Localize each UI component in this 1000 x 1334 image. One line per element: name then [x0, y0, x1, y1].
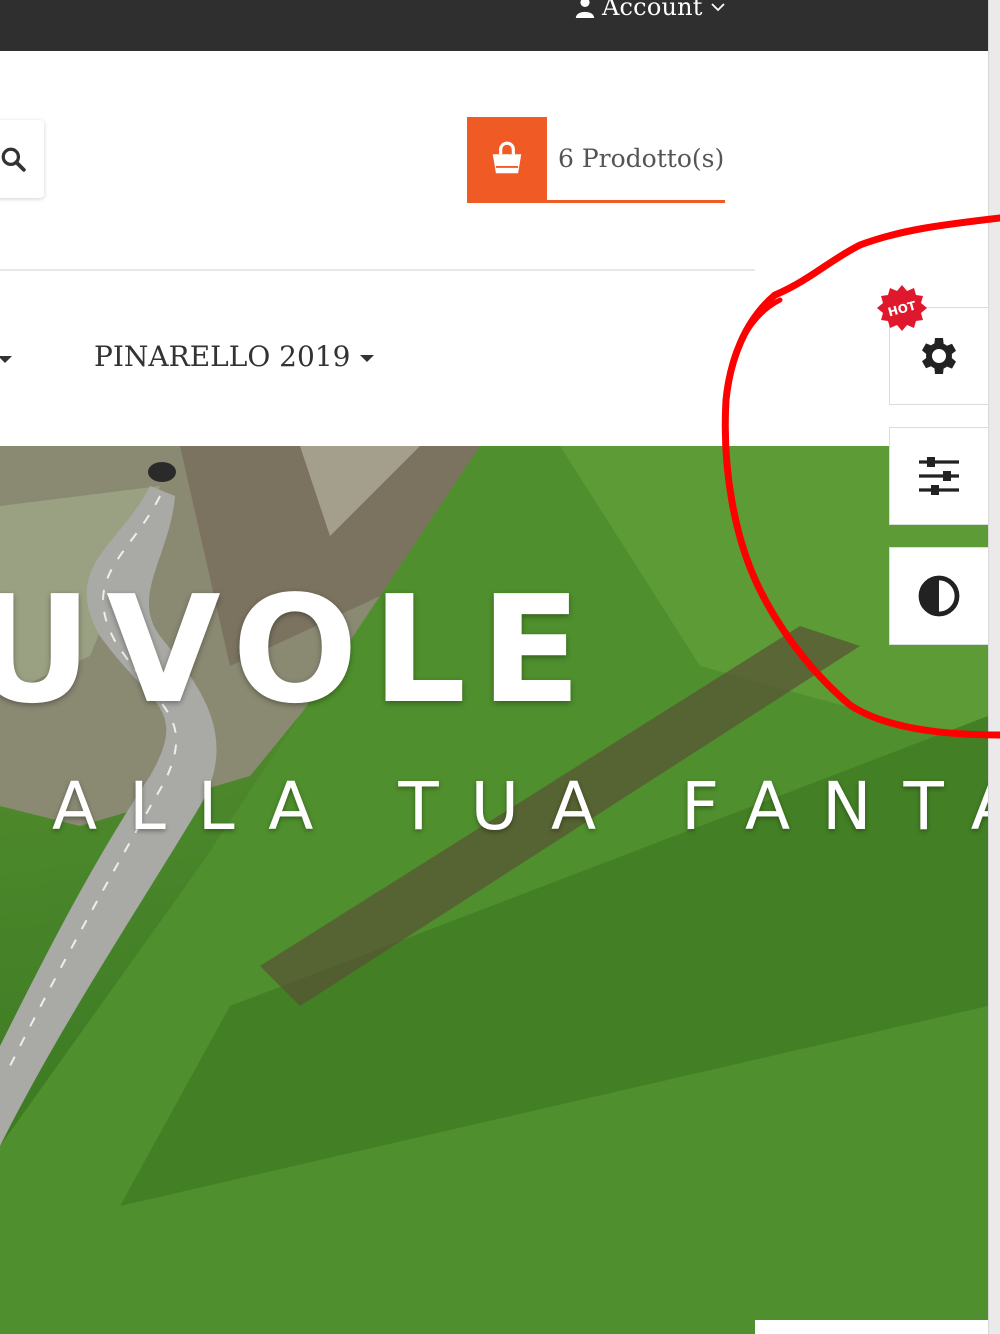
hero-title: UVOLE — [0, 564, 596, 736]
gear-icon — [922, 338, 956, 374]
scrollbar[interactable] — [988, 0, 1000, 1334]
cart-count: 6 Prodotto(s) — [558, 144, 725, 173]
top-bar: Account — [0, 0, 988, 51]
hero-banner: UVOLE ALLA TUA FANTASIA — [0, 446, 988, 1334]
cart-button[interactable]: 6 Prodotto(s) — [467, 117, 725, 203]
contrast-tool-button[interactable] — [889, 547, 989, 645]
cart-icon-box — [467, 117, 547, 200]
hot-badge: HOT — [877, 285, 927, 331]
account-label: Account — [602, 0, 703, 21]
account-menu[interactable]: Account — [574, 0, 727, 22]
caret-down-icon — [360, 355, 375, 362]
user-icon — [575, 0, 595, 18]
menu-item-label: PINARELLO 2019 — [94, 340, 351, 373]
caret-down-icon[interactable] — [0, 356, 12, 363]
search-button[interactable] — [0, 120, 44, 198]
sliders-icon — [919, 457, 959, 495]
chevron-down-icon — [710, 3, 725, 12]
header-divider — [0, 269, 755, 271]
shopping-bag-icon — [492, 141, 522, 173]
menu-item-pinarello-2019[interactable]: PINARELLO 2019 — [94, 340, 375, 373]
page-bottom-strip — [755, 1320, 988, 1334]
contrast-icon — [918, 575, 960, 617]
sliders-tool-button[interactable] — [889, 427, 989, 525]
search-icon — [1, 147, 26, 172]
hero-subtitle: ALLA TUA FANTASIA — [52, 768, 988, 845]
